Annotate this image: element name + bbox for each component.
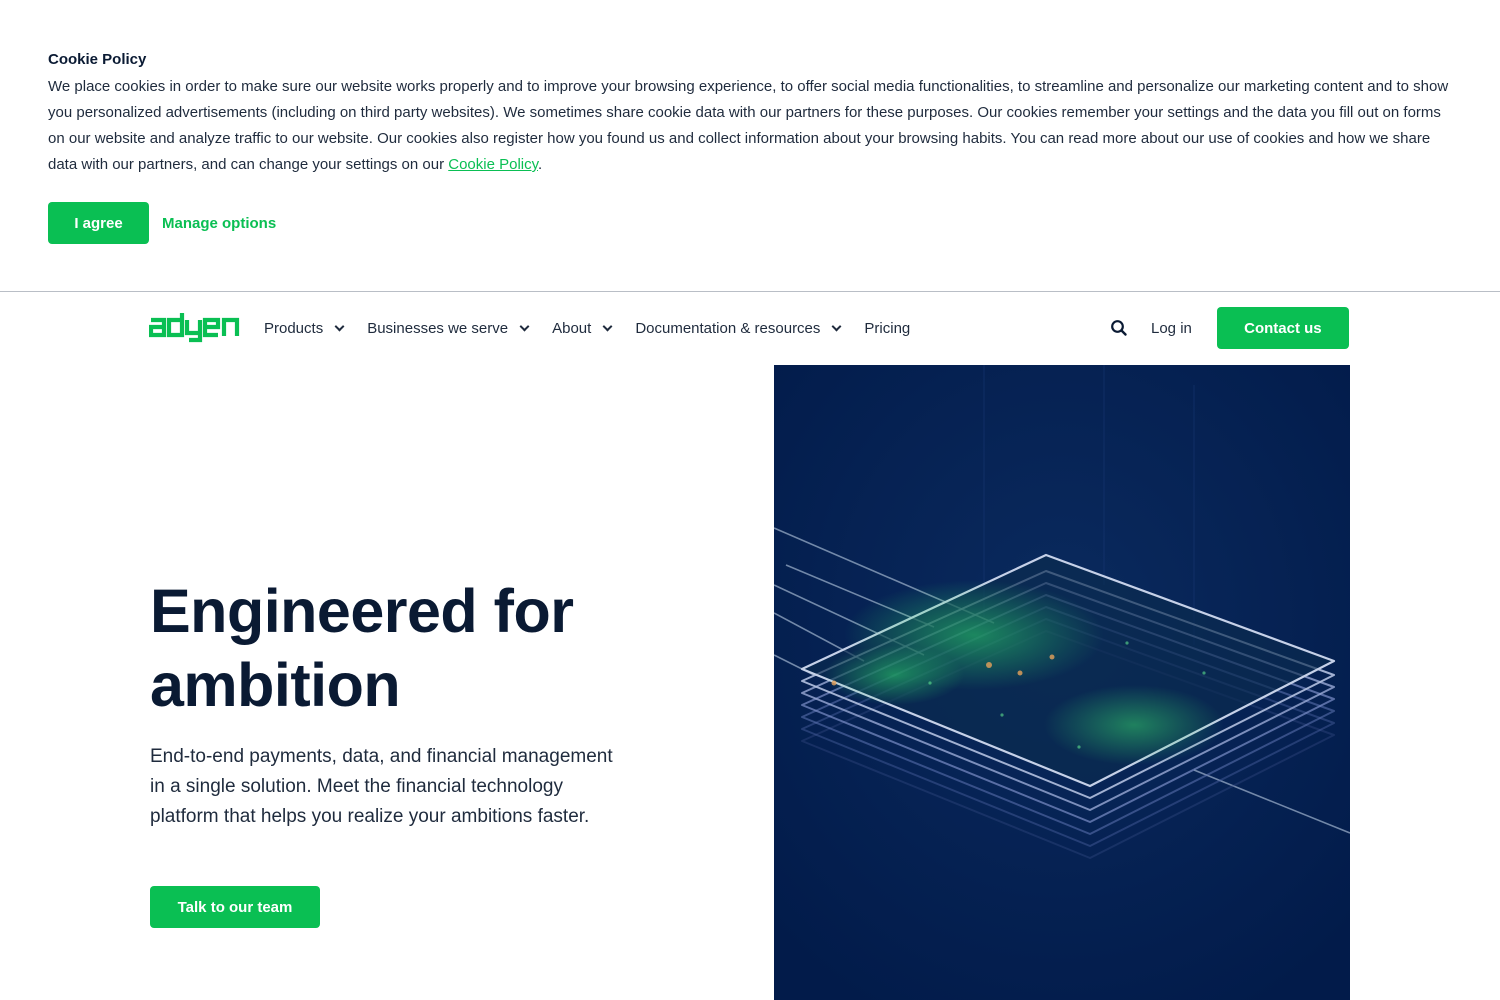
nav-item-label: Documentation & resources [635, 319, 821, 337]
hero-title: Engineered for ambition [150, 577, 574, 719]
nav-item-documentation[interactable]: Documentation & resources [635, 319, 842, 337]
nav-item-label: Businesses we serve [367, 319, 509, 337]
search-icon[interactable] [1110, 319, 1128, 337]
hero-subtitle: End-to-end payments, data, and financial… [150, 746, 613, 827]
cookie-actions: I agree Manage options [48, 202, 276, 244]
cookie-body: We place cookies in order to make sure o… [48, 78, 1449, 173]
hero-illustration [774, 365, 1350, 1000]
talk-to-team-button[interactable]: Talk to our team [150, 886, 320, 928]
chevron-down-icon [519, 321, 530, 331]
chevron-down-icon [831, 321, 842, 331]
cookie-text: We place cookies in order to make sure o… [48, 74, 1453, 178]
nav-actions: Log in Contact us [1110, 307, 1349, 349]
nav-item-label: About [552, 319, 592, 337]
contact-us-button[interactable]: Contact us [1216, 307, 1349, 349]
nav-item-products[interactable]: Products [264, 319, 345, 337]
chevron-down-icon [334, 321, 345, 331]
login-link[interactable]: Log in [1151, 320, 1192, 337]
manage-options-button[interactable]: Manage options [162, 215, 276, 232]
cookie-banner: Cookie Policy We place cookies in order … [0, 0, 1500, 292]
nav-item-about[interactable]: About [552, 319, 613, 337]
adyen-logo-mark [148, 313, 240, 343]
nav-menu: Products Businesses we serve About Docum… [264, 315, 934, 341]
cookie-policy-link[interactable]: Cookie Policy [448, 156, 538, 173]
nav-item-businesses[interactable]: Businesses we serve [367, 319, 530, 337]
agree-button[interactable]: I agree [48, 202, 149, 244]
nav-item-label: Pricing [864, 319, 911, 337]
nav-item-pricing[interactable]: Pricing [864, 320, 910, 337]
cookie-title: Cookie Policy [48, 51, 147, 68]
nav-item-label: Products [264, 319, 324, 337]
chevron-down-icon [602, 321, 613, 331]
main-nav: Products Businesses we serve About Docum… [0, 293, 1500, 365]
cookie-text-end: . [538, 156, 543, 173]
adyen-logo[interactable] [148, 311, 241, 343]
